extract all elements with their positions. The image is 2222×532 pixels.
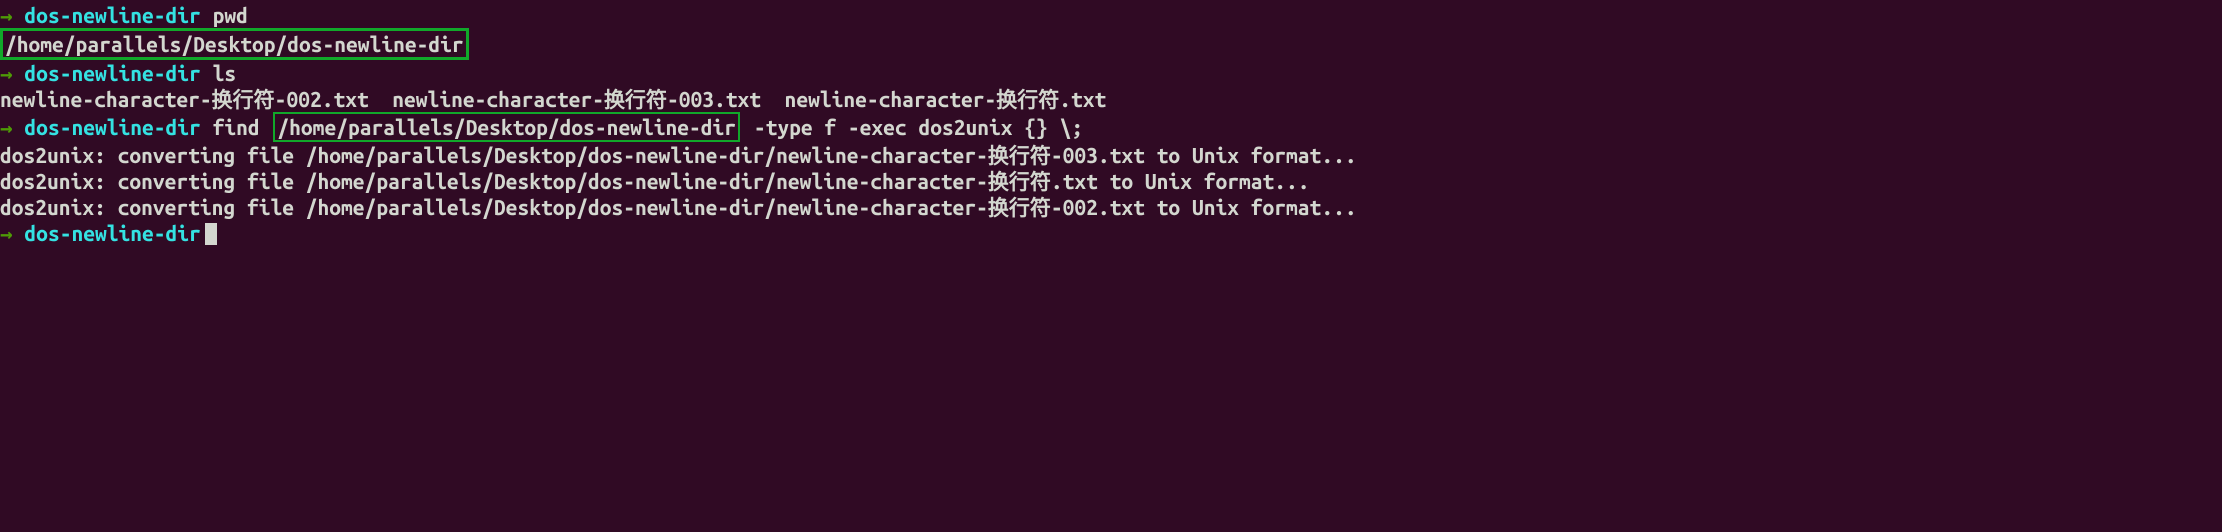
prompt-arrow: → (0, 61, 13, 85)
terminal-line-8: dos2unix: converting file /home/parallel… (0, 194, 2222, 220)
terminal-line-7: dos2unix: converting file /home/parallel… (0, 168, 2222, 194)
prompt-arrow: → (0, 115, 13, 139)
dos2unix-output-1: dos2unix: converting file /home/parallel… (0, 143, 1357, 167)
terminal-window[interactable]: → dos-newline-dir pwd /home/parallels/De… (0, 2, 2222, 246)
command-find-a: find (213, 115, 260, 139)
prompt-arrow: → (0, 3, 13, 27)
highlight-box-pwd-output: /home/parallels/Desktop/dos-newline-dir (0, 28, 469, 60)
prompt-dir: dos-newline-dir (24, 61, 200, 85)
dos2unix-output-2: dos2unix: converting file /home/parallel… (0, 169, 1310, 193)
terminal-line-6: dos2unix: converting file /home/parallel… (0, 142, 2222, 168)
prompt-dir: dos-newline-dir (24, 115, 200, 139)
terminal-line-9[interactable]: → dos-newline-dir (0, 220, 2222, 246)
terminal-line-1: → dos-newline-dir pwd (0, 2, 2222, 28)
ls-output: newline-character-换行符-002.txt newline-ch… (0, 87, 1106, 111)
prompt-arrow: → (0, 221, 13, 245)
terminal-line-3: → dos-newline-dir ls (0, 60, 2222, 86)
find-path: /home/parallels/Desktop/dos-newline-dir (277, 115, 736, 139)
prompt-dir: dos-newline-dir (24, 221, 200, 245)
dos2unix-output-3: dos2unix: converting file /home/parallel… (0, 195, 1357, 219)
terminal-line-4: newline-character-换行符-002.txt newline-ch… (0, 86, 2222, 112)
command-pwd: pwd (213, 3, 248, 27)
command-find-b: -type f -exec dos2unix {} \; (754, 115, 1083, 139)
prompt-dir: dos-newline-dir (24, 3, 200, 27)
terminal-line-5: → dos-newline-dir find /home/parallels/D… (0, 112, 2222, 142)
command-ls: ls (213, 61, 237, 85)
terminal-line-2: /home/parallels/Desktop/dos-newline-dir (0, 28, 2222, 60)
highlight-box-find-path: /home/parallels/Desktop/dos-newline-dir (273, 112, 740, 142)
pwd-output: /home/parallels/Desktop/dos-newline-dir (5, 32, 464, 56)
cursor (205, 223, 217, 245)
